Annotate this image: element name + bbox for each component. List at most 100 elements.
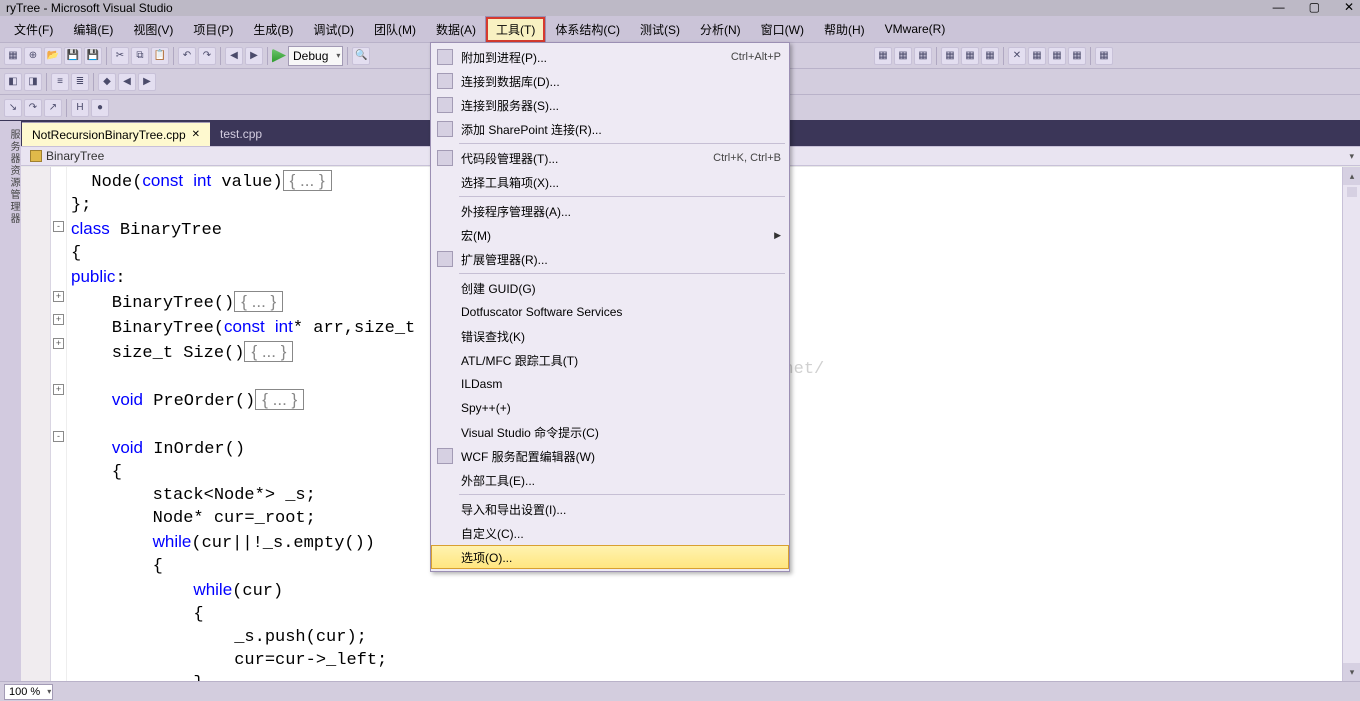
indent-less-icon[interactable]: ◧ bbox=[4, 73, 22, 91]
tool-icon[interactable]: ▦ bbox=[981, 47, 999, 65]
maximize-button[interactable] bbox=[1309, 0, 1320, 14]
menu-item[interactable]: 代码段管理器(T)...Ctrl+K, Ctrl+B bbox=[431, 146, 789, 170]
fold-toggle[interactable]: - bbox=[53, 431, 64, 442]
cut-icon[interactable]: ✂ bbox=[111, 47, 129, 65]
zoom-dropdown[interactable]: 100 % bbox=[4, 684, 53, 700]
paste-icon[interactable]: 📋 bbox=[151, 47, 169, 65]
tool-icon[interactable]: ▦ bbox=[1068, 47, 1086, 65]
fold-toggle[interactable]: + bbox=[53, 314, 64, 325]
start-debug-icon[interactable] bbox=[272, 49, 286, 63]
menu-团队m[interactable]: 团队(M) bbox=[364, 17, 426, 42]
menu-item-icon bbox=[437, 73, 453, 89]
nav-fwd-icon[interactable]: ▶ bbox=[245, 47, 263, 65]
add-icon[interactable]: ⊕ bbox=[24, 47, 42, 65]
vertical-scrollbar[interactable]: ▴ ▾ bbox=[1342, 167, 1360, 681]
menu-分析n[interactable]: 分析(N) bbox=[690, 17, 751, 42]
tool-icon[interactable]: ▦ bbox=[874, 47, 892, 65]
menu-体系结构c[interactable]: 体系结构(C) bbox=[545, 17, 630, 42]
menu-item[interactable]: WCF 服务配置编辑器(W) bbox=[431, 444, 789, 468]
menu-item[interactable]: Spy++(+) bbox=[431, 396, 789, 420]
fold-toggle[interactable]: + bbox=[53, 338, 64, 349]
hex-icon[interactable]: H bbox=[71, 99, 89, 117]
tab-test-cpp[interactable]: test.cpp bbox=[210, 122, 272, 146]
tool-icon[interactable]: ▦ bbox=[1095, 47, 1113, 65]
breakpoint-icon[interactable]: ● bbox=[91, 99, 109, 117]
find-icon[interactable]: 🔍 bbox=[352, 47, 370, 65]
save-all-icon[interactable]: 💾 bbox=[84, 47, 102, 65]
tool-icon[interactable]: ▦ bbox=[894, 47, 912, 65]
fold-toggle[interactable]: - bbox=[53, 221, 64, 232]
comment-icon[interactable]: ≡ bbox=[51, 73, 69, 91]
menu-item[interactable]: 自定义(C)... bbox=[431, 521, 789, 545]
tool-icon[interactable]: ▦ bbox=[1028, 47, 1046, 65]
tool-icon[interactable]: ✕ bbox=[1008, 47, 1026, 65]
menu-item[interactable]: 宏(M)▶ bbox=[431, 223, 789, 247]
menu-item[interactable]: 选择工具箱项(X)... bbox=[431, 170, 789, 194]
copy-icon[interactable]: ⧉ bbox=[131, 47, 149, 65]
menu-item[interactable]: 外部工具(E)... bbox=[431, 468, 789, 492]
window-title: ryTree - Microsoft Visual Studio bbox=[6, 1, 173, 15]
menu-item[interactable]: Visual Studio 命令提示(C) bbox=[431, 420, 789, 444]
menu-item[interactable]: 连接到服务器(S)... bbox=[431, 93, 789, 117]
menu-item[interactable]: ATL/MFC 跟踪工具(T) bbox=[431, 348, 789, 372]
undo-icon[interactable]: ↶ bbox=[178, 47, 196, 65]
open-icon[interactable]: 📂 bbox=[44, 47, 62, 65]
menu-item-label: 代码段管理器(T)... bbox=[461, 150, 558, 167]
bookmark-prev-icon[interactable]: ◀ bbox=[118, 73, 136, 91]
save-icon[interactable]: 💾 bbox=[64, 47, 82, 65]
menu-item[interactable]: 连接到数据库(D)... bbox=[431, 69, 789, 93]
menu-生成b[interactable]: 生成(B) bbox=[243, 17, 303, 42]
menu-item-label: 连接到数据库(D)... bbox=[461, 73, 560, 90]
menu-item[interactable]: 错误查找(K) bbox=[431, 324, 789, 348]
menu-帮助h[interactable]: 帮助(H) bbox=[814, 17, 875, 42]
menu-item[interactable]: 外接程序管理器(A)... bbox=[431, 199, 789, 223]
menu-item[interactable]: 添加 SharePoint 连接(R)... bbox=[431, 117, 789, 141]
scroll-up-icon[interactable]: ▴ bbox=[1343, 167, 1360, 185]
menu-item[interactable]: ILDasm bbox=[431, 372, 789, 396]
menu-item-label: Spy++(+) bbox=[461, 401, 511, 415]
tools-menu: 附加到进程(P)...Ctrl+Alt+P 连接到数据库(D)... 连接到服务器(… bbox=[430, 42, 790, 572]
scroll-down-icon[interactable]: ▾ bbox=[1343, 663, 1360, 681]
menu-工具t[interactable]: 工具(T) bbox=[486, 17, 545, 42]
close-button[interactable] bbox=[1344, 0, 1354, 14]
menu-item[interactable]: 附加到进程(P)...Ctrl+Alt+P bbox=[431, 45, 789, 69]
separator bbox=[93, 73, 94, 91]
minimize-button[interactable] bbox=[1273, 0, 1285, 14]
menu-文件f[interactable]: 文件(F) bbox=[4, 17, 63, 42]
split-handle[interactable] bbox=[1347, 187, 1357, 197]
fold-toggle[interactable]: + bbox=[53, 291, 64, 302]
new-project-icon[interactable]: ▦ bbox=[4, 47, 22, 65]
fold-toggle[interactable]: + bbox=[53, 384, 64, 395]
step-out-icon[interactable]: ↗ bbox=[44, 99, 62, 117]
indent-more-icon[interactable]: ◨ bbox=[24, 73, 42, 91]
uncomment-icon[interactable]: ≣ bbox=[71, 73, 89, 91]
menu-item[interactable]: 扩展管理器(R)... bbox=[431, 247, 789, 271]
menu-窗口w[interactable]: 窗口(W) bbox=[751, 17, 814, 42]
nav-back-icon[interactable]: ◀ bbox=[225, 47, 243, 65]
close-icon[interactable]: ✕ bbox=[192, 129, 200, 140]
menu-编辑e[interactable]: 编辑(E) bbox=[63, 17, 123, 42]
side-panel-tab[interactable]: 服务器资源管理器 bbox=[0, 121, 21, 681]
tab-notrecursionbinarytree-cpp[interactable]: NotRecursionBinaryTree.cpp✕ bbox=[22, 122, 210, 146]
menu-项目p[interactable]: 项目(P) bbox=[183, 17, 243, 42]
menu-调试d[interactable]: 调试(D) bbox=[303, 17, 364, 42]
status-bar: 100 % bbox=[0, 681, 1360, 701]
tool-icon[interactable]: ▦ bbox=[914, 47, 932, 65]
menu-item[interactable]: 选项(O)... bbox=[431, 545, 789, 569]
bookmark-next-icon[interactable]: ▶ bbox=[138, 73, 156, 91]
step-in-icon[interactable]: ↘ bbox=[4, 99, 22, 117]
menu-vmwarer[interactable]: VMware(R) bbox=[875, 18, 956, 40]
menu-item[interactable]: 创建 GUID(G) bbox=[431, 276, 789, 300]
menu-数据a[interactable]: 数据(A) bbox=[426, 17, 486, 42]
menu-视图v[interactable]: 视图(V) bbox=[123, 17, 183, 42]
menu-item[interactable]: 导入和导出设置(I)... bbox=[431, 497, 789, 521]
bookmark-icon[interactable]: ◆ bbox=[98, 73, 116, 91]
config-dropdown[interactable]: Debug bbox=[288, 46, 343, 66]
tool-icon[interactable]: ▦ bbox=[1048, 47, 1066, 65]
redo-icon[interactable]: ↷ bbox=[198, 47, 216, 65]
tool-icon[interactable]: ▦ bbox=[961, 47, 979, 65]
menu-测试s[interactable]: 测试(S) bbox=[630, 17, 690, 42]
tool-icon[interactable]: ▦ bbox=[941, 47, 959, 65]
step-over-icon[interactable]: ↷ bbox=[24, 99, 42, 117]
menu-item[interactable]: Dotfuscator Software Services bbox=[431, 300, 789, 324]
